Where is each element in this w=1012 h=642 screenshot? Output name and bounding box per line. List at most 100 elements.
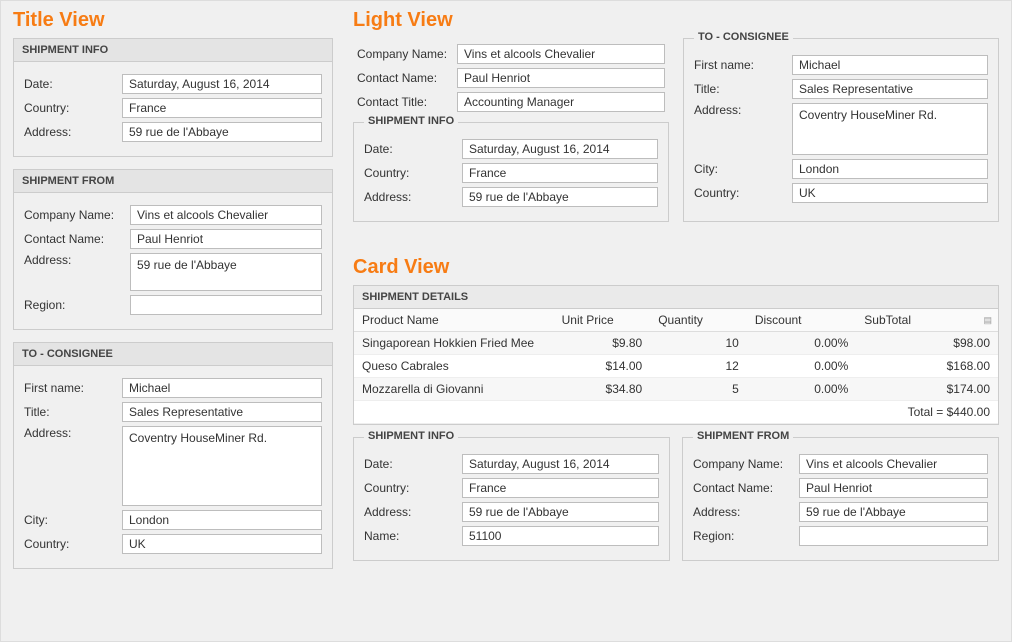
- label-date: Date:: [24, 77, 116, 91]
- label-address: Address:: [24, 426, 116, 440]
- label-company-name: Company Name:: [357, 47, 451, 61]
- label-first-name: First name:: [694, 58, 786, 72]
- title-title-input[interactable]: [122, 402, 322, 422]
- cell-subtotal: $168.00: [856, 355, 998, 378]
- card-country-input[interactable]: [462, 478, 659, 498]
- title-company-input[interactable]: [130, 205, 322, 225]
- col-discount[interactable]: Discount: [747, 309, 856, 332]
- title-date-input[interactable]: [122, 74, 322, 94]
- label-title: Title:: [24, 405, 116, 419]
- light-date-input[interactable]: [462, 139, 658, 159]
- label-date: Date:: [364, 142, 456, 156]
- shipment-details-table: Product Name Unit Price Quantity Discoun…: [354, 309, 998, 424]
- card-date-input[interactable]: [462, 454, 659, 474]
- card-bottom-row: SHIPMENT INFO Date: Country: Address: Na…: [353, 437, 999, 561]
- label-date: Date:: [364, 457, 456, 471]
- title-shipment-info-panel: SHIPMENT INFO Date: Country: Address:: [13, 38, 333, 157]
- label-contact-title: Contact Title:: [357, 95, 451, 109]
- label-region: Region:: [24, 298, 124, 312]
- light-top-rows: Company Name: Contact Name: Contact Titl…: [353, 38, 669, 122]
- cell-product: Queso Cabrales: [354, 355, 554, 378]
- cell-quantity: 5: [650, 378, 747, 401]
- title-from-address-input[interactable]: [130, 253, 322, 291]
- total-row: Total = $440.00: [354, 401, 998, 424]
- col-unit-price[interactable]: Unit Price: [554, 309, 651, 332]
- light-consignee-country-input[interactable]: [792, 183, 988, 203]
- label-city: City:: [24, 513, 116, 527]
- light-contacttitle-input[interactable]: [457, 92, 665, 112]
- right-column: Light View Company Name: Contact Name: C…: [353, 9, 999, 631]
- label-country: Country:: [694, 186, 786, 200]
- title-address-input[interactable]: [122, 122, 322, 142]
- label-city: City:: [694, 162, 786, 176]
- legend-shipment-info: SHIPMENT INFO: [364, 115, 458, 127]
- page: Title View SHIPMENT INFO Date: Country: …: [0, 0, 1012, 642]
- card-company-input[interactable]: [799, 454, 988, 474]
- title-view-column: Title View SHIPMENT INFO Date: Country: …: [13, 9, 333, 631]
- legend-shipment-info: SHIPMENT INFO: [364, 430, 458, 442]
- label-region: Region:: [693, 529, 793, 543]
- panel-head-shipment-from: SHIPMENT FROM: [14, 170, 332, 193]
- label-address: Address:: [364, 190, 456, 204]
- card-contact-input[interactable]: [799, 478, 988, 498]
- light-contact-input[interactable]: [457, 68, 665, 88]
- light-city-input[interactable]: [792, 159, 988, 179]
- label-address: Address:: [24, 125, 116, 139]
- card-head-shipment-details: SHIPMENT DETAILS: [354, 286, 998, 309]
- title-consignee-country-input[interactable]: [122, 534, 322, 554]
- label-company-name: Company Name:: [693, 457, 793, 471]
- light-country-input[interactable]: [462, 163, 658, 183]
- label-country: Country:: [364, 481, 456, 495]
- table-header-row: Product Name Unit Price Quantity Discoun…: [354, 309, 998, 332]
- title-view-heading: Title View: [13, 9, 333, 32]
- light-title-input[interactable]: [792, 79, 988, 99]
- title-region-input[interactable]: [130, 295, 322, 315]
- title-country-input[interactable]: [122, 98, 322, 118]
- label-address: Address:: [24, 253, 124, 267]
- card-region-input[interactable]: [799, 526, 988, 546]
- label-title: Title:: [694, 82, 786, 96]
- legend-to-consignee: TO - CONSIGNEE: [694, 31, 793, 43]
- table-row[interactable]: Mozzarella di Giovanni$34.8050.00%$174.0…: [354, 378, 998, 401]
- shipment-details-panel: SHIPMENT DETAILS Product Name Unit Price…: [353, 285, 999, 425]
- label-address: Address:: [693, 505, 793, 519]
- title-city-input[interactable]: [122, 510, 322, 530]
- col-subtotal[interactable]: SubTotal▤: [856, 309, 998, 332]
- cell-unit-price: $14.00: [554, 355, 651, 378]
- title-firstname-input[interactable]: [122, 378, 322, 398]
- panel-head-shipment-info: SHIPMENT INFO: [14, 39, 332, 62]
- cell-discount: 0.00%: [747, 332, 856, 355]
- title-contact-input[interactable]: [130, 229, 322, 249]
- light-address-input[interactable]: [462, 187, 658, 207]
- light-view-top: Company Name: Contact Name: Contact Titl…: [353, 38, 999, 222]
- title-consignee-address-input[interactable]: [122, 426, 322, 506]
- card-view-heading: Card View: [353, 256, 999, 279]
- label-company-name: Company Name:: [24, 208, 124, 222]
- table-row[interactable]: Queso Cabrales$14.00120.00%$168.00: [354, 355, 998, 378]
- card-shipment-from-group: SHIPMENT FROM Company Name: Contact Name…: [682, 437, 999, 561]
- light-consignee-address-input[interactable]: [792, 103, 988, 155]
- label-first-name: First name:: [24, 381, 116, 395]
- card-address-input[interactable]: [462, 502, 659, 522]
- card-shipment-info-group: SHIPMENT INFO Date: Country: Address: Na…: [353, 437, 670, 561]
- total-cell: Total = $440.00: [354, 401, 998, 424]
- light-company-input[interactable]: [457, 44, 665, 64]
- card-from-address-input[interactable]: [799, 502, 988, 522]
- light-firstname-input[interactable]: [792, 55, 988, 75]
- table-row[interactable]: Singaporean Hokkien Fried Mee$9.80100.00…: [354, 332, 998, 355]
- label-address: Address:: [364, 505, 456, 519]
- col-product-name[interactable]: Product Name: [354, 309, 554, 332]
- sort-icon: ▤: [983, 315, 992, 326]
- title-shipment-from-panel: SHIPMENT FROM Company Name: Contact Name…: [13, 169, 333, 330]
- cell-quantity: 10: [650, 332, 747, 355]
- card-name-input[interactable]: [462, 526, 659, 546]
- col-quantity[interactable]: Quantity: [650, 309, 747, 332]
- cell-unit-price: $9.80: [554, 332, 651, 355]
- label-name: Name:: [364, 529, 456, 543]
- label-contact-name: Contact Name:: [693, 481, 793, 495]
- light-shipment-info-group: SHIPMENT INFO Date: Country: Address:: [353, 122, 669, 222]
- cell-product: Mozzarella di Giovanni: [354, 378, 554, 401]
- cell-unit-price: $34.80: [554, 378, 651, 401]
- cell-subtotal: $174.00: [856, 378, 998, 401]
- label-address: Address:: [694, 103, 786, 117]
